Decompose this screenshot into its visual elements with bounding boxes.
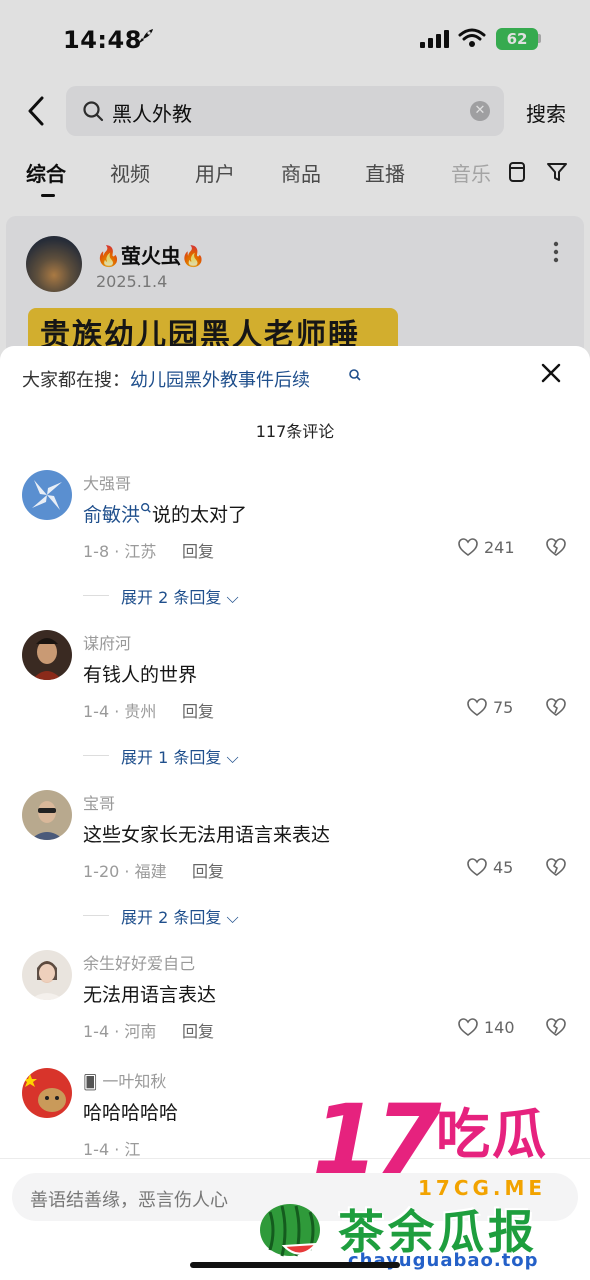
avatar[interactable] xyxy=(22,950,72,1000)
hot-search-link[interactable]: 幼儿园黑外教事件后续 xyxy=(130,370,310,391)
comment-text: 哈哈哈哈哈 xyxy=(83,1102,179,1124)
hot-search[interactable]: 大家都在搜：幼儿园黑外教事件后续 xyxy=(22,366,310,392)
avatar[interactable] xyxy=(22,790,72,840)
mention-link[interactable]: 俞敏洪 xyxy=(83,504,140,526)
expand-replies-label: 展开 2 条回复 ⌵ xyxy=(121,588,239,607)
comment-meta: 1-8 · 江苏 xyxy=(83,542,157,561)
like-count: 140 xyxy=(484,1018,515,1037)
like-count: 45 xyxy=(493,858,514,877)
divider xyxy=(83,915,109,916)
heart-icon[interactable] xyxy=(457,536,479,558)
comment-item: 谋府河 有钱人的世界 1-4 · 贵州 回复 75 展开 1 条回复 ⌵ xyxy=(0,630,590,790)
dislike-icon[interactable] xyxy=(544,536,568,558)
like-count: 241 xyxy=(484,538,515,557)
heart-icon[interactable] xyxy=(466,856,488,878)
comment-text: 有钱人的世界 xyxy=(83,664,198,686)
reply-button[interactable]: 回复 xyxy=(192,858,224,882)
comment-username[interactable]: 🂠 一叶知秋 xyxy=(83,1068,166,1092)
expand-replies-label: 展开 1 条回复 ⌵ xyxy=(121,748,239,767)
comment-item: 宝哥 这些女家长无法用语言来表达 1-20 · 福建 回复 45 展开 2 条回… xyxy=(0,790,590,950)
reply-button[interactable]: 回复 xyxy=(182,698,214,722)
comment-username[interactable]: 宝哥 xyxy=(83,790,115,814)
comment-count: 117条评论 xyxy=(255,422,335,441)
divider xyxy=(83,595,109,596)
comment-meta: 1-4 · 江 xyxy=(83,1140,141,1159)
heart-icon[interactable] xyxy=(457,1016,479,1038)
comment-username[interactable]: 谋府河 xyxy=(83,630,131,654)
comment-input[interactable]: 善语结善缘，恶言伤人心 xyxy=(12,1173,578,1221)
avatar[interactable] xyxy=(22,470,72,520)
comment-text: 俞敏洪 说的太对了 xyxy=(83,500,247,527)
comment-text: 这些女家长无法用语言来表达 xyxy=(83,824,331,846)
reply-button[interactable]: 回复 xyxy=(182,538,214,562)
comment-text: 无法用语言表达 xyxy=(83,984,217,1006)
like-count: 75 xyxy=(493,698,514,717)
avatar[interactable] xyxy=(22,1068,72,1118)
comment-sheet: 大家都在搜：幼儿园黑外教事件后续 117条评论 大强哥 俞敏洪 说的太对了 1-8… xyxy=(0,346,590,1280)
expand-replies-label: 展开 2 条回复 ⌵ xyxy=(121,908,239,927)
comment-username[interactable]: 余生好好爱自己 xyxy=(83,950,195,974)
hot-search-prefix: 大家都在搜： xyxy=(22,370,130,391)
home-indicator xyxy=(190,1262,400,1268)
search-small-icon xyxy=(141,503,151,513)
comment-item: 大强哥 俞敏洪 说的太对了 1-8 · 江苏 回复 241 展开 2 条回复 ⌵ xyxy=(0,470,590,630)
dim-overlay[interactable] xyxy=(0,0,590,380)
badge-icon: 🂠 xyxy=(83,1075,98,1091)
comment-meta: 1-4 · 河南 xyxy=(83,1022,157,1041)
reply-button[interactable]: 回复 xyxy=(182,1018,214,1042)
comment-meta: 1-4 · 贵州 xyxy=(83,702,157,721)
comment-input-placeholder: 善语结善缘，恶言伤人心 xyxy=(30,1190,228,1211)
divider xyxy=(83,755,109,756)
dislike-icon[interactable] xyxy=(544,1016,568,1038)
dislike-icon[interactable] xyxy=(544,856,568,878)
comment-body: 说的太对了 xyxy=(152,504,248,526)
heart-icon[interactable] xyxy=(466,696,488,718)
close-icon[interactable] xyxy=(540,362,562,384)
search-small-icon xyxy=(349,369,361,381)
comment-meta: 1-20 · 福建 xyxy=(83,862,167,881)
avatar[interactable] xyxy=(22,630,72,680)
comment-username[interactable]: 大强哥 xyxy=(83,470,131,494)
dislike-icon[interactable] xyxy=(544,696,568,718)
